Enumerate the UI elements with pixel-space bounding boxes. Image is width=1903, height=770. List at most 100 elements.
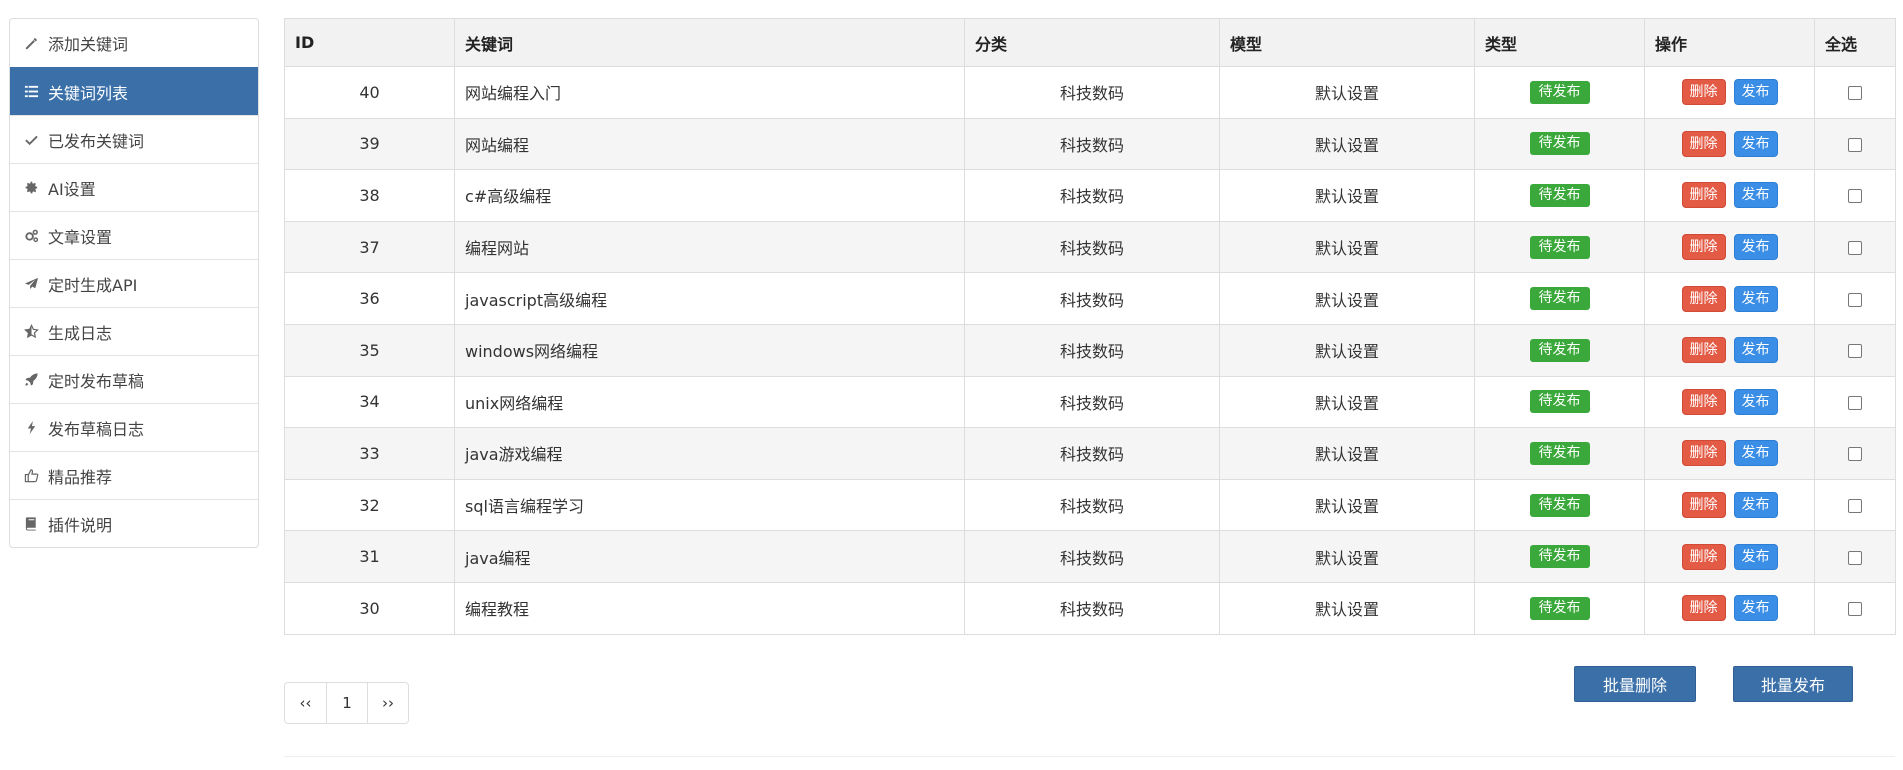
cell-category: 科技数码 [964,323,1220,377]
cell-category: 科技数码 [964,220,1220,274]
cell-category: 科技数码 [964,272,1220,325]
delete-button[interactable]: 删除 [1681,440,1726,467]
cell-keyword: java游戏编程 [454,427,965,480]
row-checkbox[interactable] [1848,550,1862,565]
sidebar-item-10[interactable]: 精品推荐 [10,451,258,499]
table-row: 36 javascript高级编程 科技数码 默认设置 待发布 删除 发布 [284,272,1896,325]
sidebar-item-3[interactable]: 已发布关键词 [10,115,258,163]
table-row: 40 网站编程入门 科技数码 默认设置 待发布 删除 发布 [284,66,1896,119]
cell-model: 默认设置 [1219,169,1475,222]
row-checkbox[interactable] [1848,395,1862,410]
sidebar-item-label: 生成日志 [48,323,113,343]
sidebar-item-8[interactable]: 定时发布草稿 [10,355,258,403]
bulk-publish-button[interactable]: 批量发布 [1733,666,1853,702]
check-icon [22,131,40,149]
publish-button[interactable]: 发布 [1733,182,1778,209]
delete-button[interactable]: 删除 [1681,130,1726,157]
cell-model: 默认设置 [1219,581,1475,635]
cell-id: 35 [284,323,455,377]
cell-keyword: unix网络编程 [454,375,965,429]
table-row: 31 java编程 科技数码 默认设置 待发布 删除 发布 [284,530,1896,583]
delete-button[interactable]: 删除 [1681,388,1726,415]
cell-type: 待发布 [1474,427,1645,480]
cell-type: 待发布 [1474,375,1645,429]
publish-button[interactable]: 发布 [1733,285,1778,312]
sidebar-item-11[interactable]: 插件说明 [10,499,258,547]
gear-icon [22,179,40,197]
cell-id: 31 [284,530,455,583]
bulk-delete-button[interactable]: 批量删除 [1574,666,1696,702]
sidebar-item-7[interactable]: 生成日志 [10,307,258,355]
publish-button[interactable]: 发布 [1733,388,1778,415]
sidebar-item-5[interactable]: 文章设置 [10,211,258,259]
row-checkbox[interactable] [1848,292,1862,307]
cell-category: 科技数码 [964,117,1220,171]
keyword-table: ID 关键词 分类 模型 类型 操作 全选 40 网站编程入门 科技数码 默认设置 待发… [284,18,1896,635]
table-row: 37 编程网站 科技数码 默认设置 待发布 删除 发布 [284,220,1896,274]
status-badge: 待发布 [1529,545,1590,569]
cell-model: 默认设置 [1219,66,1475,119]
delete-button[interactable]: 删除 [1681,337,1726,364]
header-type: 类型 [1474,18,1645,67]
row-checkbox[interactable] [1848,86,1862,101]
cell-type: 待发布 [1474,272,1645,325]
cell-model: 默认设置 [1219,478,1475,532]
publish-button[interactable]: 发布 [1733,440,1778,467]
publish-button[interactable]: 发布 [1733,337,1778,364]
table-row: 38 c#高级编程 科技数码 默认设置 待发布 删除 发布 [284,169,1896,222]
cell-category: 科技数码 [964,478,1220,532]
cell-select [1814,478,1896,532]
publish-button[interactable]: 发布 [1733,543,1778,570]
cell-id: 39 [284,117,455,171]
book-icon [22,515,40,533]
publish-button[interactable]: 发布 [1733,79,1778,106]
cell-select [1814,323,1896,377]
cell-id: 36 [284,272,455,325]
delete-button[interactable]: 删除 [1681,492,1726,519]
row-checkbox[interactable] [1848,189,1862,204]
delete-button[interactable]: 删除 [1681,543,1726,570]
cell-keyword: 编程网站 [454,220,965,274]
delete-button[interactable]: 删除 [1681,595,1726,622]
sidebar-item-9[interactable]: 发布草稿日志 [10,403,258,451]
publish-button[interactable]: 发布 [1733,492,1778,519]
publish-button[interactable]: 发布 [1733,234,1778,261]
status-badge: 待发布 [1529,441,1590,465]
pager-page-1[interactable]: 1 [326,683,367,723]
row-checkbox[interactable] [1848,137,1862,152]
sidebar-item-label: 精品推荐 [48,467,113,487]
pager-prev[interactable]: ‹‹ [285,683,326,723]
row-checkbox[interactable] [1848,602,1862,617]
bolt-icon [22,419,40,437]
sidebar-item-label: 关键词列表 [48,83,129,103]
delete-button[interactable]: 删除 [1681,182,1726,209]
row-checkbox[interactable] [1848,499,1862,514]
sidebar-item-6[interactable]: 定时生成API [10,259,258,307]
status-badge: 待发布 [1529,287,1590,311]
cell-type: 待发布 [1474,117,1645,171]
cell-id: 33 [284,427,455,480]
sidebar-item-4[interactable]: AI设置 [10,163,258,211]
pencil-icon [22,34,40,52]
delete-button[interactable]: 删除 [1681,234,1726,261]
publish-button[interactable]: 发布 [1733,130,1778,157]
cell-ops: 删除 发布 [1644,427,1815,480]
cell-category: 科技数码 [964,375,1220,429]
row-checkbox[interactable] [1848,447,1862,462]
sidebar-item-label: 已发布关键词 [48,131,145,151]
cell-ops: 删除 发布 [1644,117,1815,171]
table-row: 32 sql语言编程学习 科技数码 默认设置 待发布 删除 发布 [284,478,1896,532]
publish-button[interactable]: 发布 [1733,595,1778,622]
row-checkbox[interactable] [1848,344,1862,359]
header-select-all[interactable]: 全选 [1814,18,1896,67]
row-checkbox[interactable] [1848,241,1862,256]
sidebar-item-1[interactable]: 添加关键词 [10,19,258,67]
pager-next[interactable]: ›› [367,683,408,723]
cell-select [1814,530,1896,583]
status-badge: 待发布 [1529,80,1590,104]
sidebar-item-2[interactable]: 关键词列表 [10,67,258,115]
delete-button[interactable]: 删除 [1681,79,1726,106]
thumbs-up-icon [22,467,40,485]
sidebar-item-label: 插件说明 [48,515,113,535]
delete-button[interactable]: 删除 [1681,285,1726,312]
